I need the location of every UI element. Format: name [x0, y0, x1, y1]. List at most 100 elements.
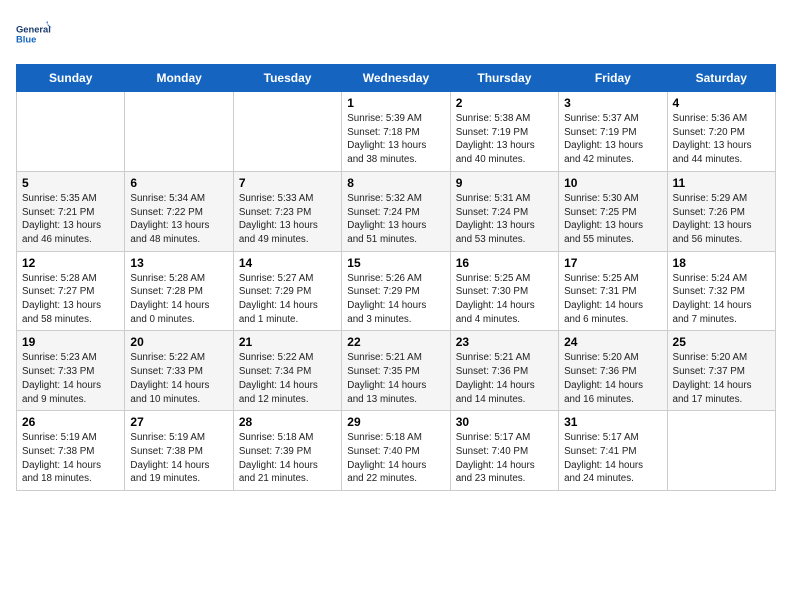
calendar-table: SundayMondayTuesdayWednesdayThursdayFrid… — [16, 64, 776, 491]
calendar-cell — [667, 411, 775, 491]
logo-svg: General Blue — [16, 16, 52, 52]
calendar-cell: 23 Sunrise: 5:21 AMSunset: 7:36 PMDayligh… — [450, 331, 558, 411]
day-number: 4 — [673, 96, 770, 110]
day-number: 7 — [239, 176, 336, 190]
calendar-cell: 7 Sunrise: 5:33 AMSunset: 7:23 PMDaylight… — [233, 171, 341, 251]
calendar-cell: 10 Sunrise: 5:30 AMSunset: 7:25 PMDayligh… — [559, 171, 667, 251]
day-number: 5 — [22, 176, 119, 190]
day-info: Sunrise: 5:35 AMSunset: 7:21 PMDaylight:… — [22, 192, 119, 247]
day-header-friday: Friday — [559, 65, 667, 92]
day-info: Sunrise: 5:30 AMSunset: 7:25 PMDaylight:… — [564, 192, 661, 247]
day-header-saturday: Saturday — [667, 65, 775, 92]
day-info: Sunrise: 5:18 AMSunset: 7:39 PMDaylight:… — [239, 431, 336, 486]
day-header-wednesday: Wednesday — [342, 65, 450, 92]
day-number: 28 — [239, 415, 336, 429]
day-info: Sunrise: 5:28 AMSunset: 7:27 PMDaylight:… — [22, 272, 119, 327]
day-number: 18 — [673, 256, 770, 270]
day-info: Sunrise: 5:26 AMSunset: 7:29 PMDaylight:… — [347, 272, 444, 327]
day-number: 20 — [130, 335, 227, 349]
day-info: Sunrise: 5:20 AMSunset: 7:37 PMDaylight:… — [673, 351, 770, 406]
calendar-week-5: 26 Sunrise: 5:19 AMSunset: 7:38 PMDayligh… — [17, 411, 776, 491]
day-header-sunday: Sunday — [17, 65, 125, 92]
page-header: General Blue — [16, 16, 776, 52]
calendar-cell: 30 Sunrise: 5:17 AMSunset: 7:40 PMDayligh… — [450, 411, 558, 491]
day-number: 23 — [456, 335, 553, 349]
calendar-cell: 29 Sunrise: 5:18 AMSunset: 7:40 PMDayligh… — [342, 411, 450, 491]
day-number: 22 — [347, 335, 444, 349]
day-info: Sunrise: 5:22 AMSunset: 7:34 PMDaylight:… — [239, 351, 336, 406]
day-number: 30 — [456, 415, 553, 429]
day-info: Sunrise: 5:32 AMSunset: 7:24 PMDaylight:… — [347, 192, 444, 247]
day-header-tuesday: Tuesday — [233, 65, 341, 92]
svg-text:Blue: Blue — [16, 35, 36, 45]
calendar-cell: 17Sunrise: 5:25 AMSunset: 7:31 PMDayligh… — [559, 251, 667, 331]
day-info: Sunrise: 5:36 AMSunset: 7:20 PMDaylight:… — [673, 112, 770, 167]
day-number: 17 — [564, 256, 661, 270]
calendar-cell — [17, 92, 125, 172]
calendar-cell — [233, 92, 341, 172]
calendar-cell: 21 Sunrise: 5:22 AMSunset: 7:34 PMDayligh… — [233, 331, 341, 411]
day-number: 14 — [239, 256, 336, 270]
day-number: 31 — [564, 415, 661, 429]
calendar-cell: 28 Sunrise: 5:18 AMSunset: 7:39 PMDayligh… — [233, 411, 341, 491]
day-number: 15 — [347, 256, 444, 270]
day-number: 8 — [347, 176, 444, 190]
calendar-cell: 12 Sunrise: 5:28 AMSunset: 7:27 PMDayligh… — [17, 251, 125, 331]
day-info: Sunrise: 5:20 AMSunset: 7:36 PMDaylight:… — [564, 351, 661, 406]
calendar-cell: 11Sunrise: 5:29 AMSunset: 7:26 PMDayligh… — [667, 171, 775, 251]
calendar-cell: 27 Sunrise: 5:19 AMSunset: 7:38 PMDayligh… — [125, 411, 233, 491]
day-number: 24 — [564, 335, 661, 349]
calendar-cell: 25Sunrise: 5:20 AMSunset: 7:37 PMDayligh… — [667, 331, 775, 411]
day-info: Sunrise: 5:25 AMSunset: 7:30 PMDaylight:… — [456, 272, 553, 327]
calendar-cell: 5 Sunrise: 5:35 AMSunset: 7:21 PMDaylight… — [17, 171, 125, 251]
day-number: 1 — [347, 96, 444, 110]
day-header-monday: Monday — [125, 65, 233, 92]
day-number: 6 — [130, 176, 227, 190]
day-number: 12 — [22, 256, 119, 270]
logo: General Blue — [16, 16, 52, 52]
calendar-week-4: 19 Sunrise: 5:23 AMSunset: 7:33 PMDayligh… — [17, 331, 776, 411]
day-info: Sunrise: 5:17 AMSunset: 7:40 PMDaylight:… — [456, 431, 553, 486]
calendar-cell: 19 Sunrise: 5:23 AMSunset: 7:33 PMDayligh… — [17, 331, 125, 411]
calendar-cell: 18Sunrise: 5:24 AMSunset: 7:32 PMDayligh… — [667, 251, 775, 331]
calendar-cell — [125, 92, 233, 172]
day-info: Sunrise: 5:39 AMSunset: 7:18 PMDaylight:… — [347, 112, 444, 167]
day-number: 10 — [564, 176, 661, 190]
calendar-cell: 6 Sunrise: 5:34 AMSunset: 7:22 PMDaylight… — [125, 171, 233, 251]
day-number: 3 — [564, 96, 661, 110]
day-info: Sunrise: 5:21 AMSunset: 7:36 PMDaylight:… — [456, 351, 553, 406]
calendar-cell: 3Sunrise: 5:37 AMSunset: 7:19 PMDaylight… — [559, 92, 667, 172]
day-info: Sunrise: 5:33 AMSunset: 7:23 PMDaylight:… — [239, 192, 336, 247]
day-info: Sunrise: 5:19 AMSunset: 7:38 PMDaylight:… — [22, 431, 119, 486]
calendar-header-row: SundayMondayTuesdayWednesdayThursdayFrid… — [17, 65, 776, 92]
day-number: 16 — [456, 256, 553, 270]
day-info: Sunrise: 5:38 AMSunset: 7:19 PMDaylight:… — [456, 112, 553, 167]
day-info: Sunrise: 5:19 AMSunset: 7:38 PMDaylight:… — [130, 431, 227, 486]
calendar-cell: 9 Sunrise: 5:31 AMSunset: 7:24 PMDaylight… — [450, 171, 558, 251]
day-number: 11 — [673, 176, 770, 190]
day-number: 19 — [22, 335, 119, 349]
calendar-cell: 16 Sunrise: 5:25 AMSunset: 7:30 PMDayligh… — [450, 251, 558, 331]
day-info: Sunrise: 5:31 AMSunset: 7:24 PMDaylight:… — [456, 192, 553, 247]
day-info: Sunrise: 5:21 AMSunset: 7:35 PMDaylight:… — [347, 351, 444, 406]
day-number: 29 — [347, 415, 444, 429]
calendar-week-2: 5 Sunrise: 5:35 AMSunset: 7:21 PMDaylight… — [17, 171, 776, 251]
day-info: Sunrise: 5:17 AMSunset: 7:41 PMDaylight:… — [564, 431, 661, 486]
calendar-cell: 8 Sunrise: 5:32 AMSunset: 7:24 PMDaylight… — [342, 171, 450, 251]
calendar-cell: 24 Sunrise: 5:20 AMSunset: 7:36 PMDayligh… — [559, 331, 667, 411]
day-info: Sunrise: 5:23 AMSunset: 7:33 PMDaylight:… — [22, 351, 119, 406]
calendar-cell: 2Sunrise: 5:38 AMSunset: 7:19 PMDaylight… — [450, 92, 558, 172]
day-number: 21 — [239, 335, 336, 349]
day-info: Sunrise: 5:18 AMSunset: 7:40 PMDaylight:… — [347, 431, 444, 486]
day-info: Sunrise: 5:22 AMSunset: 7:33 PMDaylight:… — [130, 351, 227, 406]
day-info: Sunrise: 5:27 AMSunset: 7:29 PMDaylight:… — [239, 272, 336, 327]
day-number: 9 — [456, 176, 553, 190]
calendar-week-3: 12 Sunrise: 5:28 AMSunset: 7:27 PMDayligh… — [17, 251, 776, 331]
calendar-cell: 15 Sunrise: 5:26 AMSunset: 7:29 PMDayligh… — [342, 251, 450, 331]
calendar-cell: 4 Sunrise: 5:36 AMSunset: 7:20 PMDaylight… — [667, 92, 775, 172]
day-number: 26 — [22, 415, 119, 429]
day-info: Sunrise: 5:34 AMSunset: 7:22 PMDaylight:… — [130, 192, 227, 247]
calendar-cell: 31 Sunrise: 5:17 AMSunset: 7:41 PMDayligh… — [559, 411, 667, 491]
calendar-cell: 14 Sunrise: 5:27 AMSunset: 7:29 PMDayligh… — [233, 251, 341, 331]
day-number: 27 — [130, 415, 227, 429]
